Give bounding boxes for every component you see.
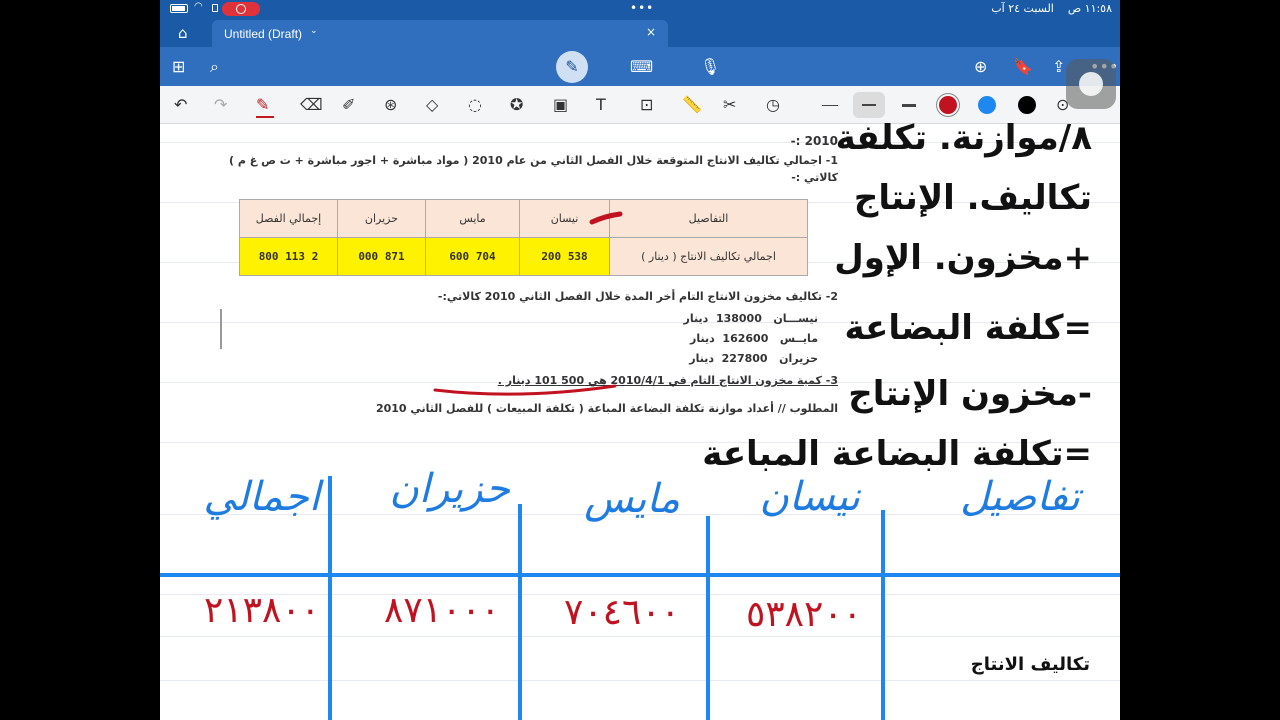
screen-recording-icon[interactable]: [222, 2, 260, 16]
undo-icon[interactable]: ↶: [174, 95, 187, 114]
lasso-icon[interactable]: ◌: [468, 95, 482, 114]
search-icon[interactable]: ⌕: [210, 57, 219, 77]
multitasking-dots[interactable]: •••: [630, 1, 654, 15]
handwritten-value: ٧٠٤٦٠٠: [563, 592, 680, 633]
battery-icon: [170, 4, 188, 13]
camera-icon[interactable]: ⊡: [640, 95, 653, 114]
ruler-icon[interactable]: 📏: [682, 95, 702, 114]
stroke-medium-option[interactable]: [862, 104, 876, 106]
handwritten-value: ٢١٣٨٠٠: [203, 590, 320, 631]
handwritten-row-label: تكاليف الانتاج: [970, 654, 1090, 675]
handwritten-value: ٨٧١٠٠٠: [383, 590, 500, 631]
laser-pointer-icon[interactable]: ✂: [723, 95, 736, 114]
eraser-icon[interactable]: ⌫: [300, 95, 323, 114]
color-swatch-black[interactable]: [1018, 96, 1036, 114]
active-tool-indicator: [256, 116, 274, 118]
red-underline-stroke: [433, 384, 617, 396]
color-swatch-red[interactable]: [939, 96, 957, 114]
add-page-icon[interactable]: ⊕: [974, 57, 987, 76]
status-bar: ◠ ••• ١١:٥٨ ص السبت ٢٤ آب: [160, 0, 1120, 18]
wifi-icon: ◠: [194, 1, 203, 12]
handwritten-header: حزيران: [389, 466, 511, 512]
document-tab[interactable]: Untitled (Draft) ⌄ ×: [212, 20, 668, 47]
home-icon[interactable]: ⌂: [178, 24, 188, 42]
shape-tool-icon[interactable]: ⊛: [384, 95, 397, 114]
share-icon[interactable]: ⇪: [1052, 57, 1065, 76]
stroke-thick-option[interactable]: [902, 104, 916, 107]
document-tab-title: Untitled (Draft): [224, 27, 303, 41]
microphone-icon[interactable]: 🎙: [700, 57, 720, 76]
handwritten-header: نيسان: [759, 474, 860, 520]
assistive-touch-button[interactable]: [1066, 59, 1116, 109]
status-time-text: ١١:٥٨ ص: [1067, 2, 1112, 15]
redo-icon[interactable]: ↷: [214, 95, 227, 114]
stroke-thin-option[interactable]: [822, 105, 838, 106]
close-icon[interactable]: ×: [646, 25, 656, 39]
handwritten-header: اجمالي: [203, 474, 320, 520]
shapes-icon[interactable]: ◇: [426, 95, 438, 114]
thumbnails-icon[interactable]: ⊞: [172, 57, 185, 76]
orientation-lock-icon: [212, 4, 218, 12]
handwritten-value: ٥٣٨٢٠٠: [745, 594, 862, 635]
pen-tool-icon[interactable]: ✎: [256, 95, 269, 114]
color-swatch-blue[interactable]: [978, 96, 996, 114]
keyboard-icon[interactable]: ⌨: [630, 57, 653, 76]
red-pen-stroke: [589, 211, 623, 225]
clock-icon[interactable]: ◷: [766, 95, 780, 114]
main-toolbar: ⊞ ⌕ ✎ ⌨ 🎙 ⊕ 🔖 ⇪ •••: [160, 47, 1120, 86]
tab-bar: ⌂ Untitled (Draft) ⌄ ×: [160, 18, 1120, 47]
bookmark-icon[interactable]: 🔖: [1013, 57, 1033, 76]
sticker-icon[interactable]: ✪: [510, 95, 523, 114]
status-datetime: ١١:٥٨ ص السبت ٢٤ آب: [991, 2, 1112, 15]
status-date-text: السبت ٢٤ آب: [991, 2, 1054, 15]
highlighter-icon[interactable]: ✐: [342, 95, 355, 114]
text-box-icon[interactable]: T: [596, 95, 606, 114]
goodnotes-screen: ◠ ••• ١١:٥٨ ص السبت ٢٤ آب ⌂ Untitled (Dr…: [160, 0, 1120, 720]
image-icon[interactable]: ▣: [553, 95, 568, 114]
pen-mode-button[interactable]: ✎: [556, 51, 588, 83]
chevron-down-icon[interactable]: ⌄: [310, 26, 318, 36]
handwritten-header: تفاصيل: [960, 474, 1080, 520]
handwritten-header: مايس: [584, 476, 680, 522]
note-canvas[interactable]: 2010 :- 1- اجمالي تكاليف الانتاج المتوقع…: [160, 118, 1120, 720]
pen-icon: ✎: [565, 57, 579, 76]
